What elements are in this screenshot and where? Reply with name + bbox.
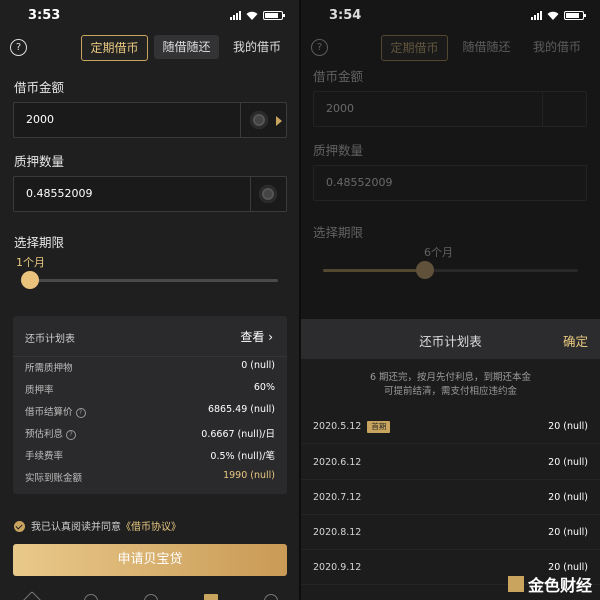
plan-title: 还币计划表	[25, 334, 75, 345]
home-icon[interactable]	[22, 591, 42, 600]
repayment-plan-sheet: 还币计划表 确定 6 期还完，按月先付利息，到期还本金 可提前结清，需支付相应违…	[301, 319, 600, 600]
signal-icon	[531, 10, 542, 20]
coin-icon	[259, 185, 277, 203]
coin-icon[interactable]	[250, 111, 268, 129]
borrow-amount-field[interactable]: 2000	[13, 102, 287, 138]
view-plan-link[interactable]: 查看 ›	[240, 328, 273, 345]
collateral-field[interactable]: 0.48552009	[13, 176, 287, 212]
plan-row: 借币结算价? 6865.49 (null)	[25, 404, 275, 418]
plan-row: 质押率 60%	[25, 382, 275, 396]
term-slider-handle[interactable]	[21, 271, 39, 289]
schedule-row: 2020.8.12 20 (null)	[301, 515, 600, 550]
plan-row: 手续费率 0.5% (null)/笔	[25, 451, 275, 462]
nav-icon[interactable]	[84, 594, 98, 600]
term-slider-handle	[416, 261, 434, 279]
confirm-button[interactable]: 确定	[563, 331, 588, 350]
nav-icon-active[interactable]	[204, 594, 218, 600]
tab-fixed-borrow[interactable]: 定期借币	[81, 35, 148, 61]
plan-row: 预估利息? 0.6667 (null)/日	[25, 429, 275, 440]
collateral-value: 0.48552009	[26, 187, 93, 200]
status-bar: 3:53	[0, 0, 299, 32]
sheet-note: 6 期还完，按月先付利息，到期还本金 可提前结清，需支付相应违约金	[369, 372, 532, 397]
checkbox-checked-icon[interactable]	[14, 521, 25, 532]
schedule-row: 2020.6.12 20 (null)	[301, 445, 600, 480]
help-icon: ?	[311, 39, 328, 56]
dropdown-arrow-icon[interactable]	[276, 116, 282, 126]
term-label: 选择期限	[14, 235, 65, 250]
borrow-amount-field: 2000	[313, 91, 587, 127]
status-time: 3:54	[329, 8, 362, 23]
borrow-amount-label: 借币金额	[313, 69, 364, 84]
battery-icon	[564, 10, 586, 20]
left-screen: 3:53 ? 定期借币 随借随还 我的借币 借币金额 2000 质押数量 0.4…	[0, 0, 299, 600]
plan-row: 所需质押物 0 (null)	[25, 360, 275, 374]
agreement-row[interactable]: 我已认真阅读并同意《借币协议》	[14, 518, 181, 533]
borrow-amount-label: 借币金额	[14, 80, 65, 95]
term-slider[interactable]	[30, 279, 278, 282]
term-slider-fill	[323, 269, 425, 272]
tab-fixed-borrow: 定期借币	[381, 35, 448, 61]
collateral-field: 0.48552009	[313, 165, 587, 201]
agreement-link[interactable]: 《借币协议》	[121, 522, 181, 533]
tab-flexible-borrow: 随借随还	[462, 40, 511, 54]
status-bar: 3:54	[301, 0, 600, 32]
plan-row: 实际到账金额 1990 (null)	[25, 470, 275, 484]
status-time: 3:53	[28, 8, 61, 23]
watermark-logo-icon	[507, 576, 524, 592]
apply-button[interactable]: 申请贝宝贷	[13, 544, 287, 576]
tab-my-borrows[interactable]: 我的借币	[227, 35, 287, 59]
wifi-icon	[246, 11, 258, 20]
sheet-title: 还币计划表	[419, 334, 482, 349]
wifi-icon	[547, 11, 559, 20]
term-value: 6个月	[424, 246, 453, 259]
tab-flexible-borrow[interactable]: 随借随还	[154, 35, 219, 59]
help-icon[interactable]: ?	[10, 39, 27, 56]
battery-icon	[263, 10, 285, 20]
collateral-label: 质押数量	[313, 143, 364, 158]
bottom-nav	[0, 588, 299, 600]
schedule-row: 2020.5.12 首期 20 (null)	[301, 409, 600, 444]
repayment-plan-card: 还币计划表 查看 › 所需质押物 0 (null) 质押率 60% 借币结算价? 68…	[13, 316, 287, 494]
first-period-badge: 首期	[367, 421, 391, 433]
schedule-row: 2020.7.12 20 (null)	[301, 480, 600, 515]
collateral-label: 质押数量	[14, 154, 65, 169]
right-screen: 3:54 ? 定期借币 随借随还 我的借币 借币金额 2000 质押数量 0.4…	[301, 0, 600, 600]
term-value: 1个月	[16, 256, 45, 269]
watermark: 金色财经	[507, 572, 592, 596]
tab-my-borrows: 我的借币	[532, 40, 581, 54]
signal-icon	[230, 10, 241, 20]
info-icon[interactable]: ?	[66, 430, 77, 440]
nav-icon[interactable]	[144, 594, 158, 600]
term-label: 选择期限	[313, 225, 364, 240]
borrow-amount-value: 2000	[26, 113, 54, 126]
profile-icon[interactable]	[264, 594, 278, 600]
info-icon[interactable]: ?	[75, 408, 86, 418]
